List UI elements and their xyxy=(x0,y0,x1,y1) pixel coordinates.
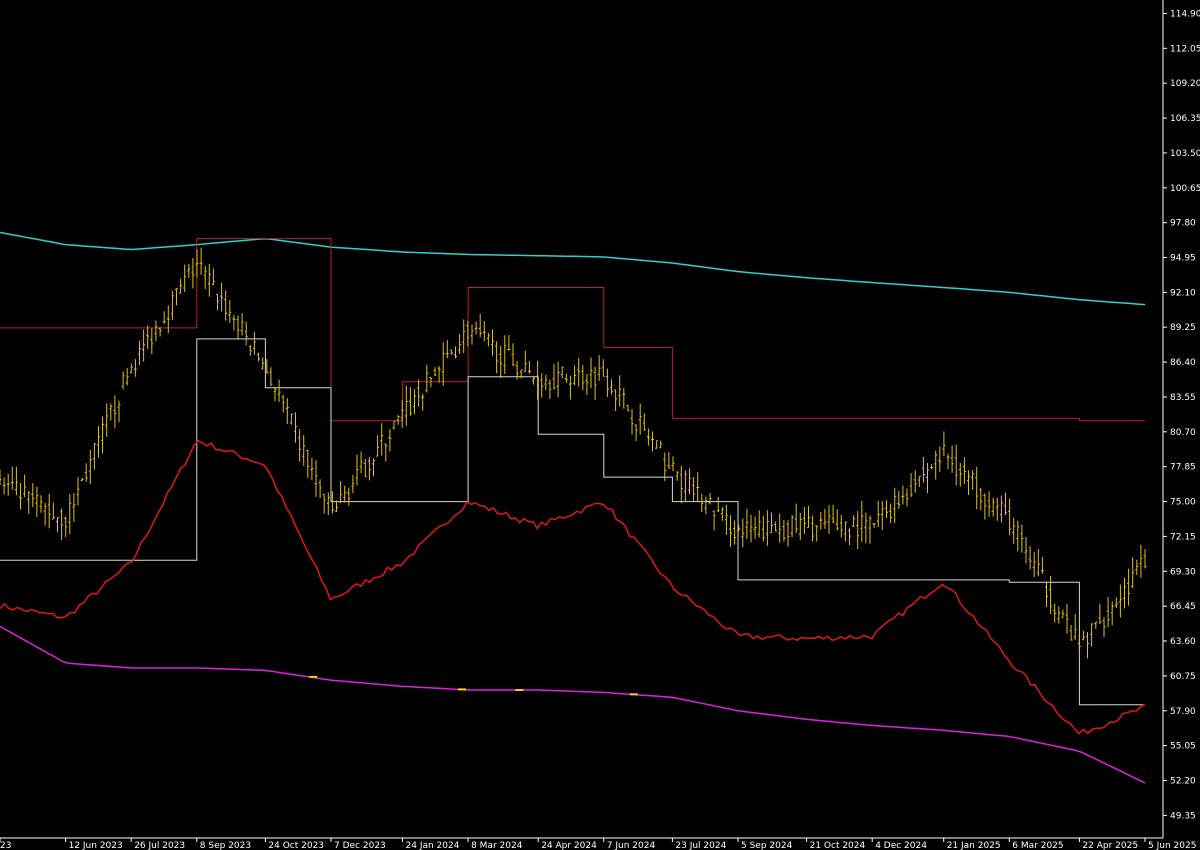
x-tick-label: 5 Jun 2025 xyxy=(1148,841,1196,850)
y-tick-label: 49.35 xyxy=(1170,811,1196,821)
y-tick-label: 63.60 xyxy=(1170,637,1196,647)
lower-band-marker xyxy=(309,675,318,678)
y-tick-label: 75.00 xyxy=(1170,498,1196,508)
y-tick-label: 57.90 xyxy=(1170,707,1196,717)
y-tick-label: 72.15 xyxy=(1170,532,1196,542)
x-tick-label: 22 Apr 2025 xyxy=(1082,841,1138,850)
x-tick-label: 24 Apr 2024 xyxy=(541,841,597,850)
x-tick-label: 5 Sep 2024 xyxy=(741,841,793,850)
chart-background xyxy=(0,0,1200,850)
x-tick-label: 8 Sep 2023 xyxy=(200,841,251,850)
lower-band-marker xyxy=(515,689,524,691)
x-tick-label: 23 Jul 2024 xyxy=(675,841,726,850)
lower-band-marker xyxy=(458,688,466,691)
x-tick-label: 23 xyxy=(0,841,11,850)
y-tick-label: 83.55 xyxy=(1170,393,1196,403)
x-tick-label: 26 Jul 2023 xyxy=(134,841,185,850)
x-tick-label: 8 Mar 2024 xyxy=(471,841,523,850)
y-tick-label: 52.20 xyxy=(1170,777,1196,787)
chart-container: 114.90 112.05 109.20 106.35 103.50 100.65 97.8… xyxy=(0,0,1200,850)
y-tick-label: 114.90 xyxy=(1170,10,1200,20)
x-tick-label: 21 Jan 2025 xyxy=(947,841,1001,850)
price-chart: 114.90 112.05 109.20 106.35 103.50 100.65 97.8… xyxy=(0,0,1200,850)
x-tick-label: 7 Dec 2023 xyxy=(334,841,386,850)
y-tick-label: 80.70 xyxy=(1170,428,1196,438)
y-tick-label: 97.80 xyxy=(1170,219,1196,229)
x-tick-label: 12 Jun 2023 xyxy=(69,841,123,850)
x-tick-label: 24 Jan 2024 xyxy=(406,841,460,850)
lower-band-marker xyxy=(629,693,638,696)
x-tick-label: 6 Mar 2025 xyxy=(1012,841,1063,850)
y-tick-label: 112.05 xyxy=(1170,44,1200,54)
y-tick-label: 86.40 xyxy=(1170,358,1196,368)
y-tick-label: 60.75 xyxy=(1170,672,1196,682)
y-tick-label: 89.25 xyxy=(1170,323,1196,333)
y-tick-label: 77.85 xyxy=(1170,463,1196,473)
y-tick-label: 94.95 xyxy=(1170,254,1196,264)
y-tick-label: 100.65 xyxy=(1170,184,1200,194)
x-tick-label: 24 Oct 2023 xyxy=(268,841,324,850)
y-tick-label: 92.10 xyxy=(1170,288,1196,298)
y-tick-label: 69.30 xyxy=(1170,567,1196,577)
x-tick-label: 21 Oct 2024 xyxy=(810,841,866,850)
y-tick-label: 103.50 xyxy=(1170,149,1200,159)
y-tick-label: 109.20 xyxy=(1170,79,1200,89)
y-tick-label: 55.05 xyxy=(1170,742,1196,752)
y-tick-label: 106.35 xyxy=(1170,114,1200,124)
y-tick-label: 66.45 xyxy=(1170,602,1196,612)
x-tick-label: 4 Dec 2024 xyxy=(875,841,927,850)
x-tick-label: 7 Jun 2024 xyxy=(607,841,656,850)
